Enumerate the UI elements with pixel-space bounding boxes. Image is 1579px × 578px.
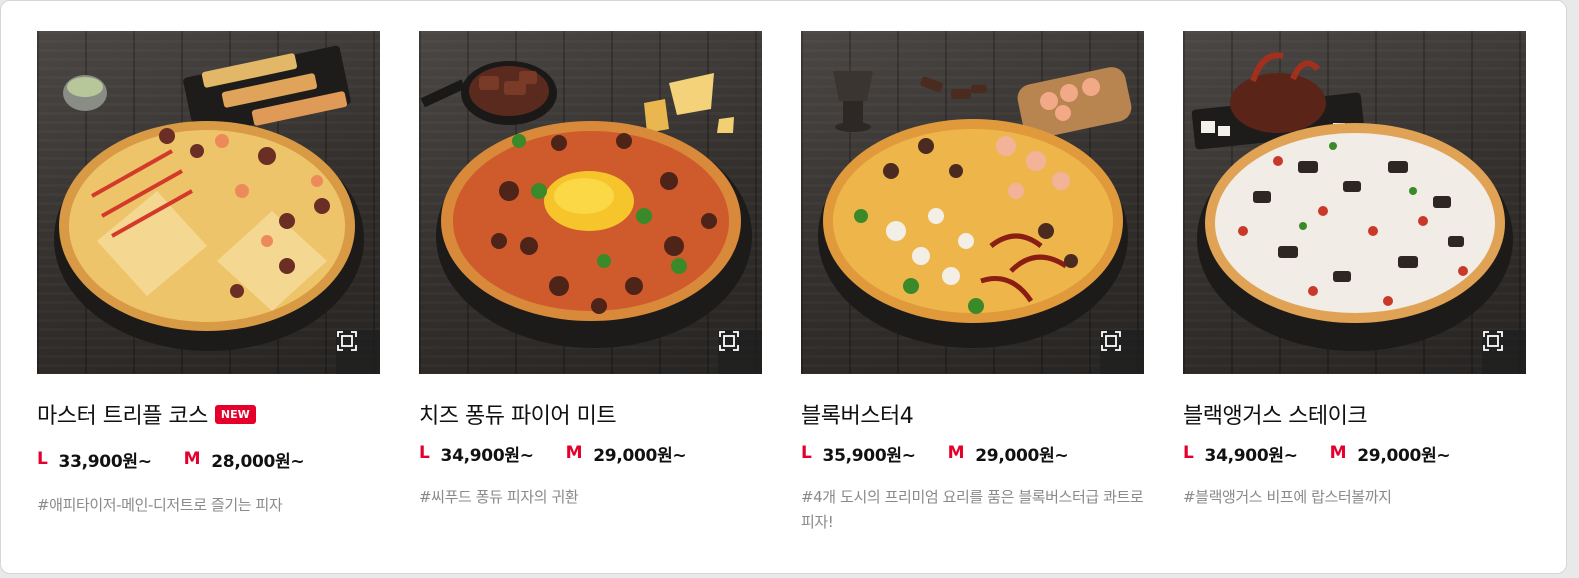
price-list: L 33,900원~ M 28,000원~ xyxy=(37,447,380,472)
price-medium: M 29,000원~ xyxy=(566,441,687,466)
price-large: L 35,900원~ xyxy=(801,441,916,466)
expand-icon xyxy=(1101,331,1121,351)
pizza-illustration xyxy=(1191,52,1513,351)
size-label: L xyxy=(801,443,812,463)
price-value: 34,900원~ xyxy=(1204,445,1298,466)
product-title-row: 블랙앵거스 스테이크 xyxy=(1183,399,1526,429)
zoom-button[interactable] xyxy=(1482,330,1526,374)
pizza-illustration xyxy=(420,61,752,348)
price-list: L 34,900원~ M 29,000원~ xyxy=(1183,441,1526,466)
price-value: 29,000원~ xyxy=(593,445,687,466)
new-badge: NEW xyxy=(214,404,256,424)
price-value: 29,000원~ xyxy=(1357,445,1451,466)
zoom-button[interactable] xyxy=(718,330,762,374)
price-value: 34,900원~ xyxy=(440,445,534,466)
product-description: #애피타이저-메인-디저트로 즐기는 피자 xyxy=(37,496,283,514)
pizza-illustration xyxy=(54,45,364,351)
product-title-row: 블록버스터4 xyxy=(801,399,1144,429)
expand-icon xyxy=(719,331,739,351)
expand-icon xyxy=(337,331,357,351)
size-label: L xyxy=(37,449,48,469)
price-list: L 34,900원~ M 29,000원~ xyxy=(419,441,762,466)
product-card-master-triple[interactable]: 마스터 트리플 코스 NEW L 33,900원~ M 28,000원~ #애피… xyxy=(37,31,380,518)
price-medium: M 29,000원~ xyxy=(1330,441,1451,466)
product-card-cheese-fondue[interactable]: 치즈 퐁듀 파이어 미트 L 34,900원~ M 29,000원~ #씨푸드 … xyxy=(419,31,762,510)
product-description: #4개 도시의 프리미엄 요리를 품은 블록버스터급 콰트로 피자! xyxy=(801,488,1144,531)
price-list: L 35,900원~ M 29,000원~ xyxy=(801,441,1144,466)
product-description: #씨푸드 퐁듀 피자의 귀환 xyxy=(419,488,579,506)
product-image[interactable] xyxy=(419,31,762,374)
expand-icon xyxy=(1483,331,1503,351)
product-title-row: 치즈 퐁듀 파이어 미트 xyxy=(419,399,762,429)
size-label: M xyxy=(947,443,965,463)
price-value: 29,000원~ xyxy=(975,445,1069,466)
zoom-button[interactable] xyxy=(336,330,380,374)
product-name[interactable]: 마스터 트리플 코스 xyxy=(37,398,208,430)
price-value: 35,900원~ xyxy=(822,445,916,466)
price-medium: M 28,000원~ xyxy=(184,447,305,472)
price-medium: M 29,000원~ xyxy=(948,441,1069,466)
size-label: L xyxy=(1183,443,1194,463)
price-value: 33,900원~ xyxy=(58,451,152,472)
product-description: #블랙앵거스 비프에 랍스터볼까지 xyxy=(1183,488,1392,506)
zoom-button[interactable] xyxy=(1100,330,1144,374)
product-image[interactable] xyxy=(1183,31,1526,374)
product-image[interactable] xyxy=(801,31,1144,374)
product-card-black-angus[interactable]: 블랙앵거스 스테이크 L 34,900원~ M 29,000원~ #블랙앵거스 … xyxy=(1183,31,1526,510)
product-image[interactable] xyxy=(37,31,380,374)
product-list-panel: 마스터 트리플 코스 NEW L 33,900원~ M 28,000원~ #애피… xyxy=(0,0,1567,574)
size-label: M xyxy=(565,443,583,463)
product-name[interactable]: 블랙앵거스 스테이크 xyxy=(1183,398,1368,430)
size-label: M xyxy=(183,449,201,469)
product-name[interactable]: 블록버스터4 xyxy=(801,398,914,430)
product-card-blockbuster4[interactable]: 블록버스터4 L 35,900원~ M 29,000원~ #4개 도시의 프리미… xyxy=(801,31,1144,535)
price-large: L 34,900원~ xyxy=(419,441,534,466)
price-large: L 33,900원~ xyxy=(37,447,152,472)
price-value: 28,000원~ xyxy=(211,451,305,472)
pizza-illustration xyxy=(818,67,1132,348)
price-large: L 34,900원~ xyxy=(1183,441,1298,466)
size-label: L xyxy=(419,443,430,463)
product-title-row: 마스터 트리플 코스 NEW xyxy=(37,399,380,429)
size-label: M xyxy=(1329,443,1347,463)
product-name[interactable]: 치즈 퐁듀 파이어 미트 xyxy=(419,398,617,430)
